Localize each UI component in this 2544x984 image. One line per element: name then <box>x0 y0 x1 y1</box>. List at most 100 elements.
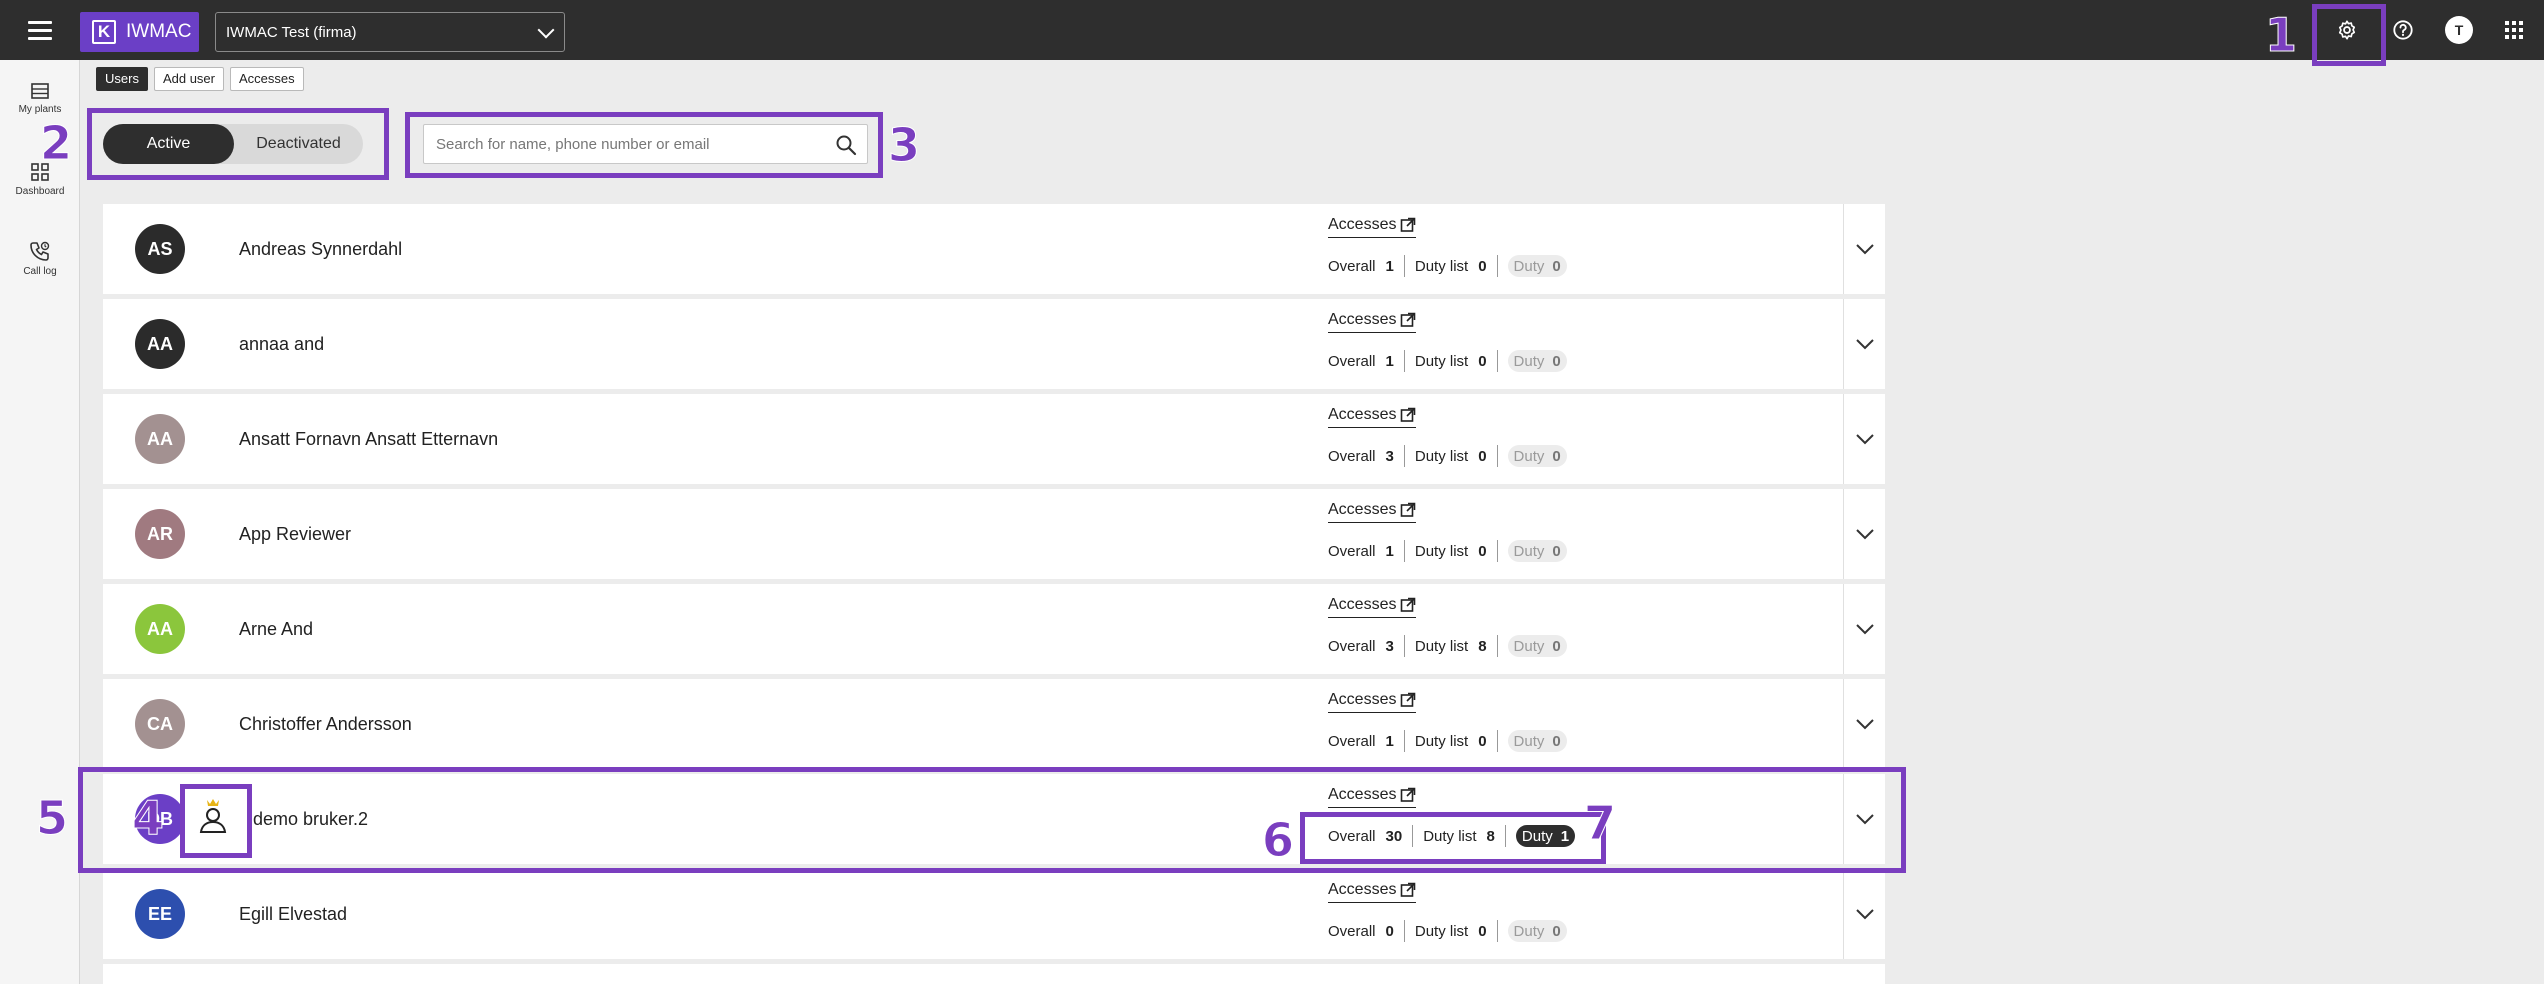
expand-row-button[interactable] <box>1843 869 1885 959</box>
duty-badge: Duty 0 <box>1507 635 1567 657</box>
user-name: annaa and <box>239 334 325 354</box>
access-counts: Overall 1 Duty list 0 Duty 0 <box>1328 539 1587 563</box>
duty-list-count: Duty list 0 <box>1415 920 1498 942</box>
search-box <box>423 124 868 164</box>
avatar: AA <box>135 414 185 464</box>
external-link-icon <box>1401 312 1416 327</box>
user-name: Arne And <box>239 619 314 639</box>
user-list: AS Andreas Synnerdahl Accesses Overall 1 Duty… <box>103 204 1885 984</box>
expand-row-button[interactable] <box>1843 489 1885 579</box>
annotation-number: 7 <box>1583 796 1617 850</box>
chevron-down-icon <box>1855 624 1874 635</box>
duty-list-count: Duty list 0 <box>1415 350 1498 372</box>
expand-row-button[interactable] <box>1843 204 1885 294</box>
access-counts: Overall 30 Duty list 8 Duty 1 <box>1328 824 1595 848</box>
admin-crown-user-icon <box>199 799 227 833</box>
user-name: Ansatt Fornavn Ansatt Etternavn <box>239 429 499 449</box>
table-row[interactable]: CA Christoffer Andersson Accesses Overall 1 D… <box>103 679 1885 769</box>
toggle-active[interactable]: Active <box>103 124 234 164</box>
menu-icon[interactable] <box>22 16 58 44</box>
accesses-link[interactable]: Accesses <box>1328 501 1417 523</box>
external-link-icon <box>1401 407 1416 422</box>
duty-list-count: Duty list 0 <box>1415 730 1498 752</box>
chevron-down-icon <box>1855 244 1874 255</box>
help-icon[interactable] <box>2387 14 2419 46</box>
tab-add-user[interactable]: Add user <box>153 67 224 91</box>
external-link-icon <box>1401 787 1416 802</box>
brand-name: IWMAC <box>126 21 192 42</box>
table-row[interactable]: AA Ansatt Fornavn Ansatt Etternavn Accesse… <box>103 394 1885 484</box>
chevron-down-icon <box>1855 909 1874 920</box>
duty-list-count: Duty list 8 <box>1415 635 1498 657</box>
tab-users[interactable]: Users <box>96 67 148 91</box>
annotation-number: 5 <box>35 791 69 845</box>
annotation-number: 6 <box>1261 813 1295 867</box>
duty-badge: Duty 0 <box>1507 920 1567 942</box>
external-link-icon <box>1401 502 1416 517</box>
user-name: Andreas Synnerdahl <box>239 239 403 259</box>
tab-accesses[interactable]: Accesses <box>230 67 304 91</box>
external-link-icon <box>1401 597 1416 612</box>
overall-count: Overall 1 <box>1328 350 1405 372</box>
gear-icon[interactable] <box>2331 14 2363 46</box>
accesses-link[interactable]: Accesses <box>1328 596 1417 618</box>
duty-badge: Duty 0 <box>1507 730 1567 752</box>
accesses-link[interactable]: Accesses <box>1328 691 1417 713</box>
accesses-link[interactable]: Accesses <box>1328 216 1417 238</box>
table-row[interactable]: AA Arne And Accesses Overall 3 Duty list 8 Duty… <box>103 584 1885 674</box>
table-row[interactable] <box>103 964 1885 984</box>
brand-logo[interactable]: K IWMAC <box>80 12 199 52</box>
table-row[interactable]: AA annaa and Accesses Overall 1 Duty list 0 Dut… <box>103 299 1885 389</box>
avatar: EE <box>135 889 185 939</box>
top-bar: K IWMAC IWMAC Test (firma) T <box>0 0 2544 60</box>
company-select-value: IWMAC Test (firma) <box>226 23 357 41</box>
duty-badge: Duty 1 <box>1515 825 1576 847</box>
expand-row-button[interactable] <box>1843 299 1885 389</box>
chevron-down-icon <box>537 21 555 39</box>
search-input[interactable] <box>424 125 824 163</box>
overall-count: Overall 3 <box>1328 635 1405 657</box>
avatar: AS <box>135 224 185 274</box>
accesses-link[interactable]: Accesses <box>1328 881 1417 903</box>
external-link-icon <box>1401 692 1416 707</box>
sidebar-item-dashboard[interactable]: Dashboard <box>0 162 80 218</box>
accesses-link[interactable]: Accesses <box>1328 311 1417 333</box>
apps-grid-icon[interactable] <box>2498 14 2530 46</box>
expand-row-button[interactable] <box>1843 774 1885 864</box>
toggle-deactivated[interactable]: Deactivated <box>234 124 363 164</box>
accesses-label: Accesses <box>1328 881 1397 898</box>
accesses-label: Accesses <box>1328 311 1397 328</box>
user-name: App Reviewer <box>239 524 352 544</box>
duty-badge: Duty 0 <box>1507 445 1567 467</box>
sidebar: My plants Dashboard Call log <box>0 60 80 984</box>
company-select[interactable]: IWMAC Test (firma) <box>215 12 565 52</box>
expand-row-button[interactable] <box>1843 394 1885 484</box>
annotation-number: 1 <box>2264 8 2298 62</box>
duty-list-count: Duty list 0 <box>1415 540 1498 562</box>
expand-row-button[interactable] <box>1843 679 1885 769</box>
duty-list-count: Duty list 8 <box>1423 825 1506 847</box>
search-icon[interactable] <box>835 134 857 156</box>
table-row[interactable]: AR App Reviewer Accesses Overall 1 Duty list 0… <box>103 489 1885 579</box>
chevron-down-icon <box>1855 719 1874 730</box>
user-name: Christoffer Andersson <box>239 714 412 734</box>
access-counts: Overall 1 Duty list 0 Duty 0 <box>1328 254 1587 278</box>
user-avatar[interactable]: T <box>2443 14 2475 46</box>
duty-list-count: Duty list 0 <box>1415 445 1498 467</box>
overall-count: Overall 1 <box>1328 255 1405 277</box>
table-row[interactable]: EE Egill Elvestad Accesses Overall 0 Duty lis… <box>103 869 1885 959</box>
annotation-number: 4 <box>131 791 165 845</box>
duty-badge: Duty 0 <box>1507 350 1567 372</box>
table-row[interactable]: AS Andreas Synnerdahl Accesses Overall 1 Duty… <box>103 204 1885 294</box>
chevron-down-icon <box>1855 339 1874 350</box>
accesses-link[interactable]: Accesses <box>1328 406 1417 428</box>
annotation-number: 2 <box>39 116 73 170</box>
access-counts: Overall 0 Duty list 0 Duty 0 <box>1328 919 1587 943</box>
accesses-link[interactable]: Accesses <box>1328 786 1417 808</box>
access-counts: Overall 1 Duty list 0 Duty 0 <box>1328 729 1587 753</box>
sidebar-item-call-log[interactable]: Call log <box>0 240 80 296</box>
expand-row-button[interactable] <box>1843 584 1885 674</box>
table-row[interactable]: DB demo bruker.2 Accesses Overall 30 Duty lis… <box>103 774 1885 864</box>
avatar: AA <box>135 604 185 654</box>
avatar: CA <box>135 699 185 749</box>
